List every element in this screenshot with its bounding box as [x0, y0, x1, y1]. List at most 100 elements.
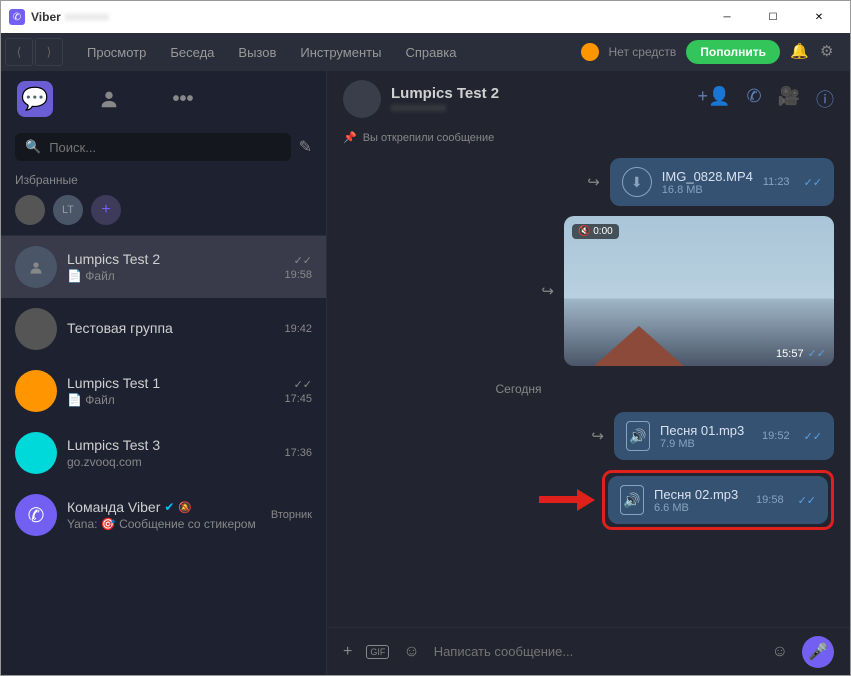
avatar — [15, 246, 57, 288]
close-button[interactable]: ✕ — [796, 1, 842, 33]
message-time: 19:52 — [762, 430, 790, 442]
settings-icon[interactable]: ⚙ — [820, 42, 840, 62]
menu-chat[interactable]: Беседа — [160, 41, 224, 64]
menu-call[interactable]: Вызов — [228, 41, 286, 64]
file-message[interactable]: ⬇ IMG_0828.MP4 16.8 MB 11:23 ✓✓ — [610, 158, 834, 206]
chat-name: Lumpics Test 1 — [67, 375, 160, 391]
file-name: IMG_0828.MP4 — [662, 169, 753, 184]
window-title: Viber — [31, 10, 61, 24]
file-size: 6.6 MB — [654, 502, 746, 514]
forward-icon[interactable]: ↪ — [587, 173, 600, 191]
video-message[interactable]: 🔇 0:00 15:57 ✓✓ — [564, 216, 834, 366]
add-user-icon[interactable]: +👤 — [698, 86, 731, 112]
message-time: 19:58 — [756, 494, 784, 506]
tab-contacts-icon[interactable] — [91, 81, 127, 117]
search-box[interactable]: 🔍 — [15, 133, 291, 161]
info-icon[interactable]: ⓘ — [816, 86, 834, 112]
header-avatar[interactable] — [343, 80, 381, 118]
gif-icon[interactable]: GIF — [366, 645, 389, 659]
file-size: 16.8 MB — [662, 184, 753, 196]
chat-item[interactable]: Тестовая группа 19:42 — [1, 298, 326, 360]
avatar: ✆ — [15, 494, 57, 536]
chat-time: 17:36 — [284, 447, 312, 459]
file-name: Песня 02.mp3 — [654, 487, 746, 502]
attach-icon[interactable]: + — [343, 643, 352, 661]
titlebar: ✆ Viber xxxxxxxx ─ ☐ ✕ — [1, 1, 850, 33]
favorite-avatar[interactable] — [15, 195, 45, 225]
file-message[interactable]: 🔊 Песня 02.mp3 6.6 MB 19:58 ✓✓ — [608, 476, 828, 524]
read-status-icon: ✓✓ — [294, 378, 312, 391]
chat-name: Lumpics Test 2 — [67, 251, 160, 267]
conversation-pane: Lumpics Test 2 xxxxxxxxxx +👤 ✆ 🎥 ⓘ 📌 Вы … — [327, 71, 850, 675]
chat-name: Команда Viber — [67, 499, 160, 515]
chat-preview: Yana: 🎯 Сообщение со стикером — [67, 517, 261, 531]
pinned-text: Вы открепили сообщение — [363, 132, 495, 144]
chat-name: Lumpics Test 3 — [67, 437, 160, 453]
chat-item[interactable]: Lumpics Test 3 go.zvooq.com 17:36 — [1, 422, 326, 484]
window-subtitle: xxxxxxxx — [65, 11, 109, 23]
header-name: Lumpics Test 2 — [391, 85, 688, 102]
sticker-icon[interactable]: ☺ — [403, 643, 419, 661]
compose-icon[interactable]: ✎ — [299, 137, 312, 157]
search-icon: 🔍 — [25, 139, 41, 155]
message-time: 15:57 — [776, 348, 804, 360]
avatar — [15, 432, 57, 474]
avatar — [15, 370, 57, 412]
chat-name: Тестовая группа — [67, 320, 173, 336]
forward-icon[interactable]: ↪ — [591, 427, 604, 445]
file-message[interactable]: 🔊 Песня 01.mp3 7.9 MB 19:52 ✓✓ — [614, 412, 834, 460]
read-status-icon: ✓✓ — [294, 254, 312, 267]
video-mute-badge: 🔇 0:00 — [572, 224, 619, 239]
video-call-icon[interactable]: 🎥 — [778, 86, 800, 112]
chat-header: Lumpics Test 2 xxxxxxxxxx +👤 ✆ 🎥 ⓘ — [327, 71, 850, 127]
emoji-icon[interactable]: ☺ — [772, 643, 788, 661]
menu-tools[interactable]: Инструменты — [290, 41, 391, 64]
chat-preview: go.zvooq.com — [67, 455, 274, 469]
chat-item[interactable]: Lumpics Test 1 📄 Файл ✓✓ 17:45 — [1, 360, 326, 422]
voice-call-icon[interactable]: ✆ — [746, 86, 761, 112]
app-icon: ✆ — [9, 9, 25, 25]
muted-icon: 🔕 — [178, 501, 192, 514]
chat-time: 19:42 — [284, 323, 312, 335]
menu-help[interactable]: Справка — [395, 41, 466, 64]
tab-chats-icon[interactable]: 💬 — [17, 81, 53, 117]
message-input[interactable] — [434, 644, 758, 659]
pinned-bar: 📌 Вы открепили сообщение — [327, 127, 850, 152]
read-status-icon: ✓✓ — [804, 176, 822, 189]
chat-item[interactable]: Lumpics Test 2 📄 Файл ✓✓ 19:58 — [1, 236, 326, 298]
read-status-icon: ✓✓ — [808, 348, 826, 360]
chat-time: 17:45 — [284, 393, 312, 405]
read-status-icon: ✓✓ — [798, 494, 816, 507]
chat-time: 19:58 — [284, 269, 312, 281]
annotation-arrow — [539, 489, 595, 511]
header-status: xxxxxxxxxx — [391, 102, 688, 114]
chat-preview: 📄 Файл — [67, 393, 274, 407]
chat-list: Lumpics Test 2 📄 Файл ✓✓ 19:58 Тестовая г… — [1, 235, 326, 675]
app-window: ✆ Viber xxxxxxxx ─ ☐ ✕ ⟨ ⟩ Просмотр Бесе… — [0, 0, 851, 676]
chat-item[interactable]: ✆ Команда Viber ✔ 🔕 Yana: 🎯 Сообщение со… — [1, 484, 326, 546]
tab-more-icon[interactable]: ••• — [165, 81, 201, 117]
bell-icon[interactable]: 🔔 — [790, 42, 810, 62]
date-separator: Сегодня — [343, 376, 694, 402]
menu-view[interactable]: Просмотр — [77, 41, 156, 64]
search-input[interactable] — [49, 140, 280, 155]
mic-button[interactable]: 🎤 — [802, 636, 834, 668]
sidebar: 💬 ••• 🔍 ✎ Избранные LT + — [1, 71, 327, 675]
highlighted-message: 🔊 Песня 02.mp3 6.6 MB 19:58 ✓✓ — [602, 470, 834, 530]
favorite-avatar[interactable]: LT — [53, 195, 83, 225]
messages-area: ↪ ⬇ IMG_0828.MP4 16.8 MB 11:23 ✓✓ ↪ — [327, 152, 850, 627]
minimize-button[interactable]: ─ — [704, 1, 750, 33]
file-name: Песня 01.mp3 — [660, 423, 752, 438]
nav-back-button[interactable]: ⟨ — [5, 38, 33, 66]
read-status-icon: ✓✓ — [804, 430, 822, 443]
download-icon[interactable]: ⬇ — [622, 167, 652, 197]
audio-file-icon: 🔊 — [620, 485, 644, 515]
maximize-button[interactable]: ☐ — [750, 1, 796, 33]
forward-icon[interactable]: ↪ — [541, 282, 554, 300]
topup-button[interactable]: Пополнить — [686, 40, 780, 64]
add-favorite-button[interactable]: + — [91, 195, 121, 225]
message-time: 11:23 — [763, 176, 790, 188]
chat-preview: 📄 Файл — [67, 269, 274, 283]
pin-icon: 📌 — [343, 131, 357, 144]
nav-forward-button[interactable]: ⟩ — [35, 38, 63, 66]
